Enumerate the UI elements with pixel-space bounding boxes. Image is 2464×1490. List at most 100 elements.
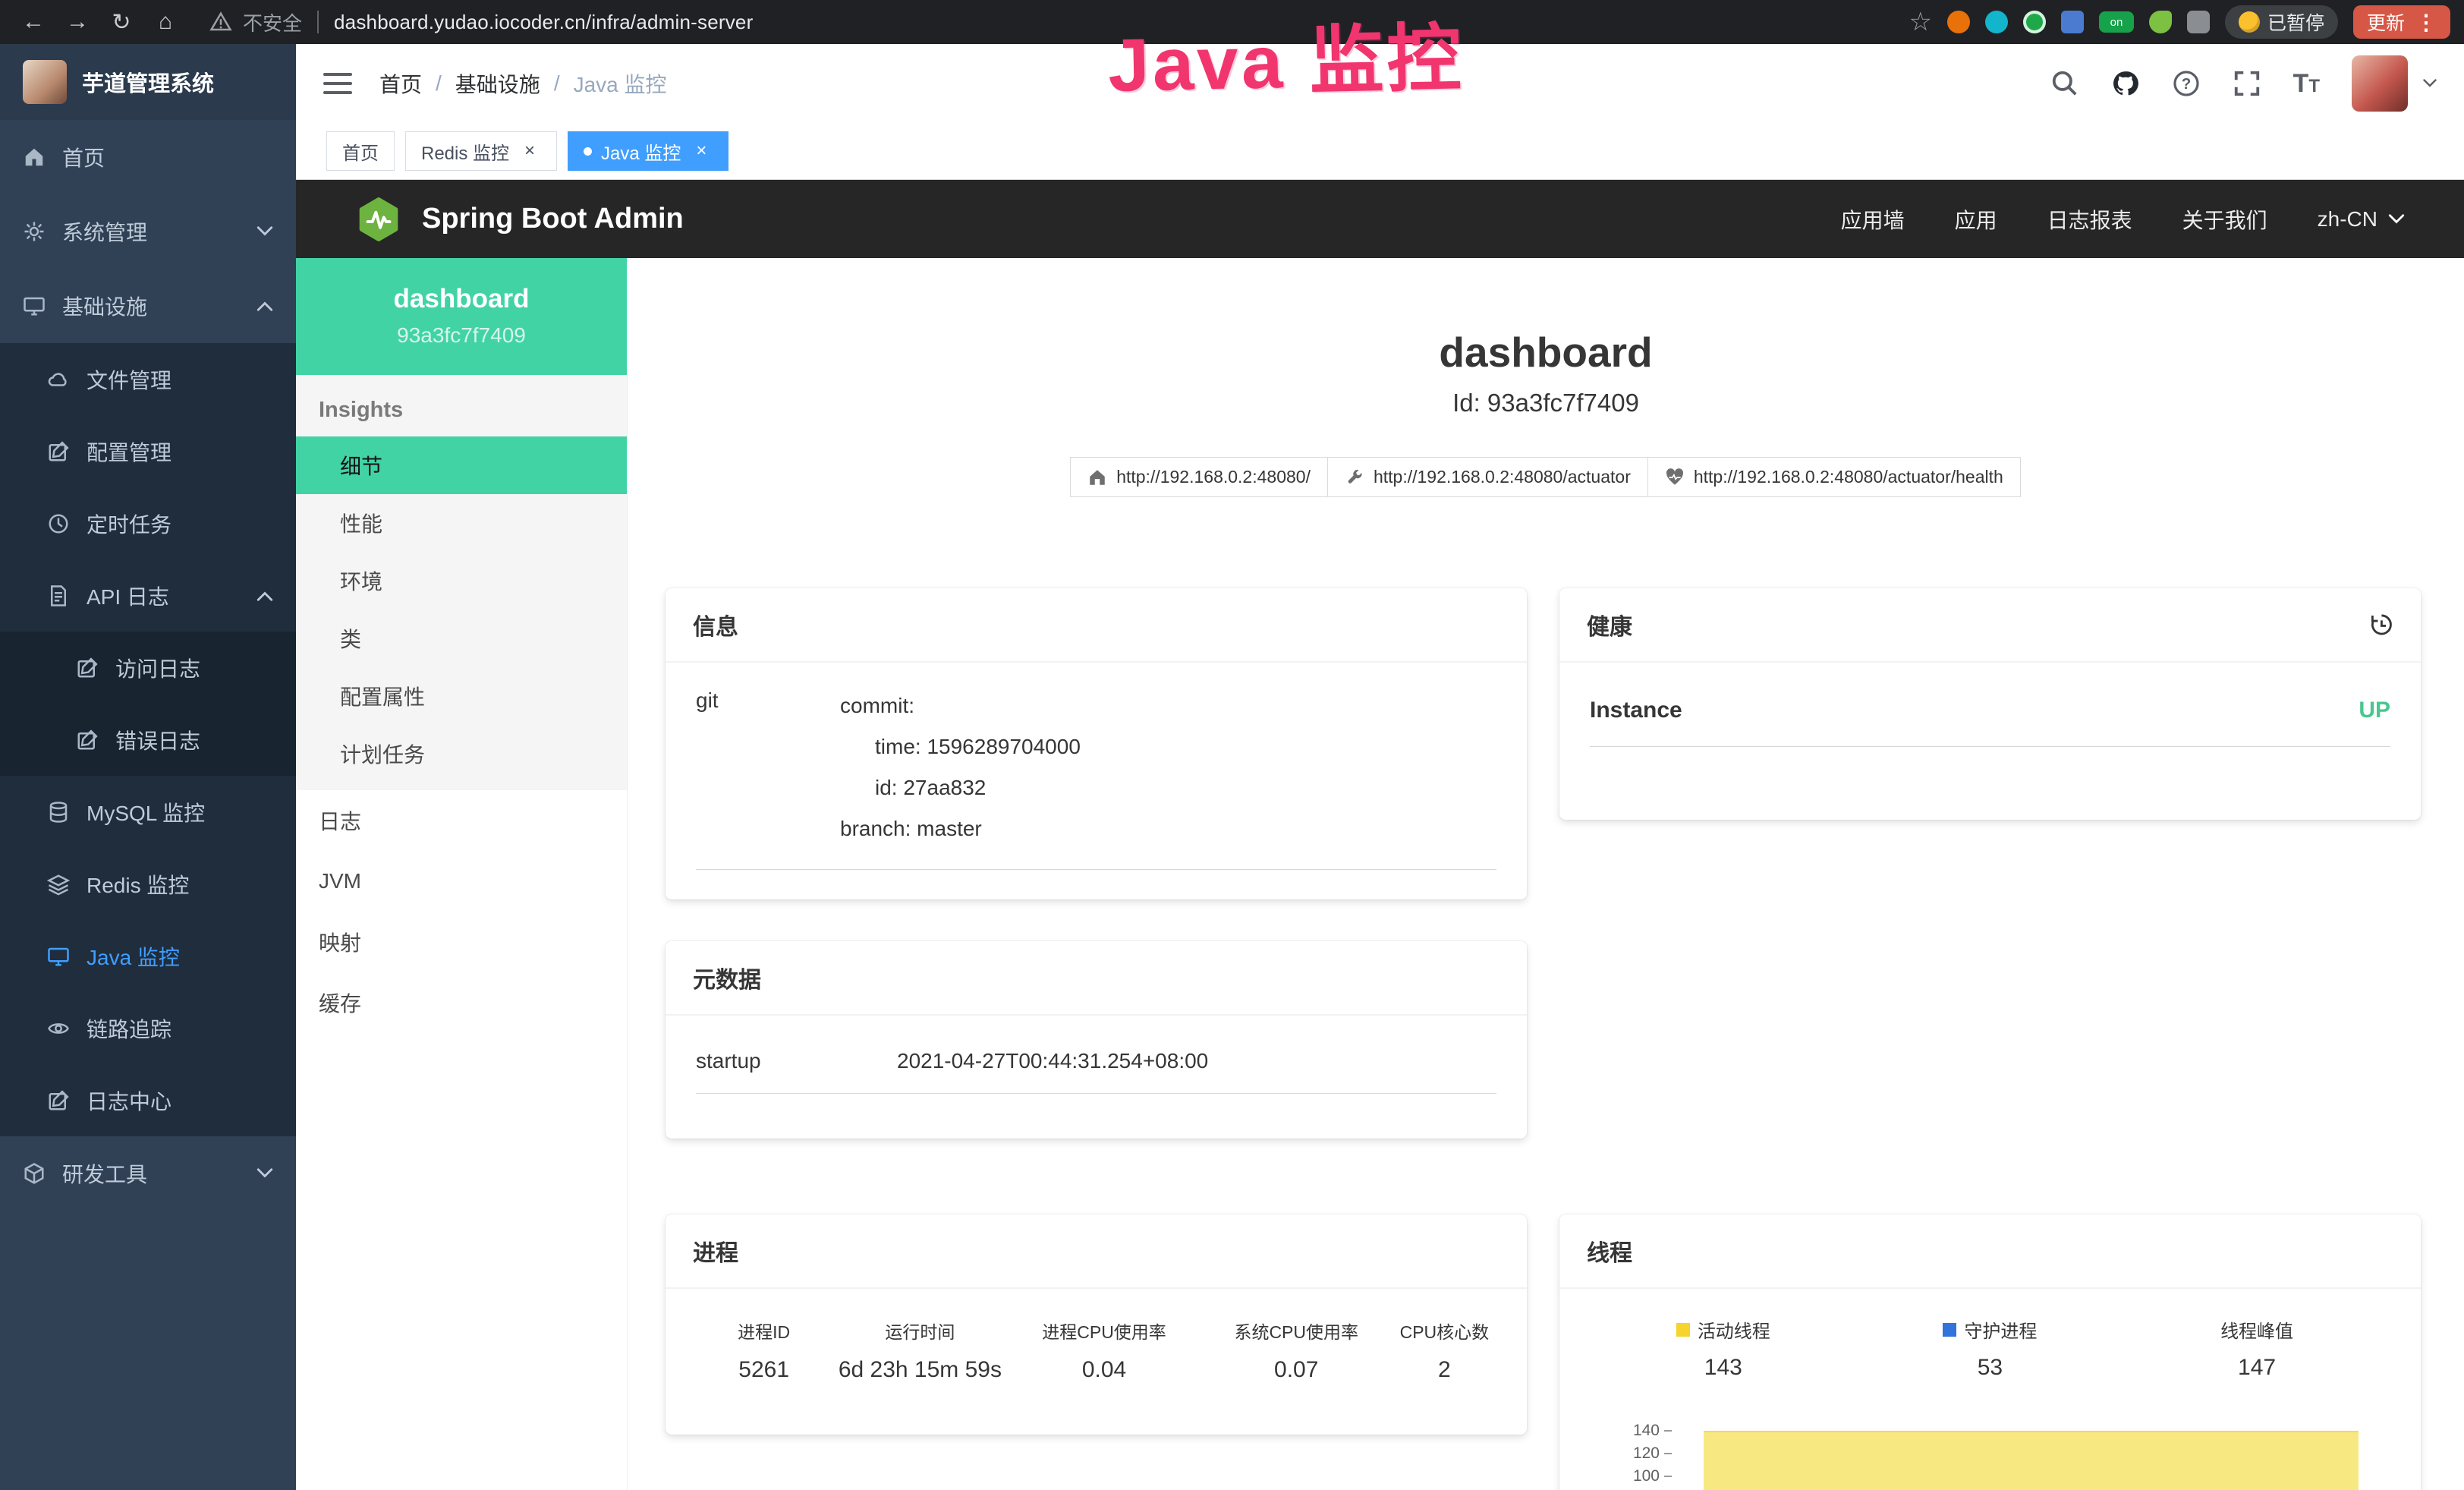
paused-badge[interactable]: 已暂停 <box>2225 5 2338 39</box>
sba-item-jvm[interactable]: JVM <box>296 851 627 912</box>
update-button[interactable]: 更新 ⋮ <box>2353 5 2450 39</box>
instance-link-health[interactable]: http://192.168.0.2:48080/actuator/health <box>1647 457 2021 497</box>
extension-icon-toggle-on[interactable]: on <box>2099 11 2134 33</box>
sba-main: dashboard Id: 93a3fc7f7409 http://192.16… <box>628 258 2464 1490</box>
search-icon[interactable] <box>2050 69 2079 98</box>
sidebar-item-dev-tools[interactable]: 研发工具 <box>0 1136 296 1211</box>
sidebar-item-api-log[interactable]: API 日志 <box>0 559 296 632</box>
process-value: 6d 23h 15m 59s <box>832 1357 1008 1383</box>
help-icon[interactable] <box>2172 69 2201 98</box>
instance-subtitle: Id: 93a3fc7f7409 <box>628 389 2464 417</box>
close-icon[interactable]: × <box>518 140 541 162</box>
sidebar-item-infra[interactable]: 基础设施 <box>0 269 296 343</box>
breadcrumb-separator: / <box>436 71 442 96</box>
annotation-text: Java 监控 <box>1107 16 1465 107</box>
sba-nav-applications[interactable]: 应用 <box>1955 204 1997 235</box>
extension-icon-orange[interactable] <box>1947 11 1970 33</box>
history-icon[interactable] <box>2368 612 2393 638</box>
sidebar-collapse-icon[interactable] <box>323 73 352 94</box>
instance-link-actuator[interactable]: http://192.168.0.2:48080/actuator <box>1327 457 1648 497</box>
app-sidebar: 芋道管理系统 首页 系统管理 基础设施 文件管理 配置管理 定时任务 API 日… <box>0 44 296 1490</box>
card-title: 信息 <box>693 608 738 641</box>
fullscreen-icon[interactable] <box>2233 69 2261 98</box>
sidebar-item-job[interactable]: 定时任务 <box>0 487 296 559</box>
sba-locale-select[interactable]: zh-CN <box>2318 207 2405 232</box>
close-icon[interactable]: × <box>690 140 713 162</box>
sidebar-item-redis[interactable]: Redis 监控 <box>0 848 296 920</box>
sidebar-item-error-log[interactable]: 错误日志 <box>0 704 296 776</box>
sba-item-scheduled[interactable]: 计划任务 <box>296 725 627 783</box>
metadata-key: startup <box>696 1049 897 1073</box>
tab-redis-monitor[interactable]: Redis 监控 × <box>405 131 557 171</box>
breadcrumb-home[interactable]: 首页 <box>379 68 422 99</box>
sidebar-item-config[interactable]: 配置管理 <box>0 415 296 487</box>
sba-nav: 应用墙 应用 日志报表 关于我们 zh-CN <box>1841 204 2405 235</box>
sidebar-item-trace[interactable]: 链路追踪 <box>0 992 296 1064</box>
wrench-icon <box>1345 468 1364 487</box>
sba-brand-title: Spring Boot Admin <box>422 203 684 235</box>
sidebar-item-java-monitor[interactable]: Java 监控 <box>0 920 296 992</box>
legend-value: 147 <box>2238 1355 2276 1381</box>
sba-nav-about[interactable]: 关于我们 <box>2182 204 2267 235</box>
extension-icon-grid[interactable] <box>2061 11 2084 33</box>
avatar[interactable] <box>2352 55 2408 112</box>
app-logo[interactable]: 芋道管理系统 <box>0 44 296 120</box>
legend-label: 活动线程 <box>1698 1316 1770 1343</box>
extension-icon-drop[interactable] <box>1985 11 2008 33</box>
legend-swatch-blue <box>1943 1323 1956 1337</box>
sidebar-item-access-log[interactable]: 访问日志 <box>0 632 296 704</box>
sba-item-configprops[interactable]: 配置属性 <box>296 667 627 725</box>
info-line: time: 1596289704000 <box>840 726 1081 767</box>
instance-link-home[interactable]: http://192.168.0.2:48080/ <box>1070 457 1328 497</box>
sidebar-item-log-center[interactable]: 日志中心 <box>0 1064 296 1136</box>
emoji-face-icon <box>2239 11 2260 33</box>
sba-item-details[interactable]: 细节 <box>296 436 627 494</box>
sidebar-item-system[interactable]: 系统管理 <box>0 194 296 269</box>
health-instance-label: Instance <box>1590 698 1682 723</box>
sidebar-item-file[interactable]: 文件管理 <box>0 343 296 415</box>
sidebar-item-home[interactable]: 首页 <box>0 120 296 194</box>
address-bar[interactable]: 不安全 dashboard.yudao.iocoder.cn/infra/adm… <box>209 8 753 36</box>
header-actions: TT <box>2050 55 2437 112</box>
process-header: 运行时间 <box>832 1318 1008 1344</box>
sba-item-label: 缓存 <box>319 988 361 1018</box>
chevron-down-icon <box>256 1168 273 1179</box>
legend-swatch-yellow <box>1676 1323 1690 1337</box>
font-size-icon[interactable]: TT <box>2293 69 2320 99</box>
breadcrumb-infra[interactable]: 基础设施 <box>455 68 540 99</box>
sba-item-metrics[interactable]: 性能 <box>296 494 627 552</box>
sba-item-env[interactable]: 环境 <box>296 552 627 610</box>
sidebar-item-label: 日志中心 <box>87 1085 296 1116</box>
back-icon[interactable]: ← <box>14 9 53 35</box>
tab-home[interactable]: 首页 <box>326 131 395 171</box>
extension-icon-leaf[interactable] <box>2149 11 2172 33</box>
sidebar-item-label: Java 监控 <box>87 941 296 972</box>
sidebar-item-label: API 日志 <box>87 581 240 611</box>
process-card: 进程 进程ID5261 运行时间6d 23h 15m 59s 进程CPU使用率0… <box>666 1214 1527 1435</box>
sba-nav-wallboard[interactable]: 应用墙 <box>1841 204 1905 235</box>
extension-icon-green[interactable] <box>2023 11 2046 33</box>
forward-icon[interactable]: → <box>58 9 97 35</box>
sba-instance-header[interactable]: dashboard 93a3fc7f7409 <box>296 258 627 375</box>
instance-id: 93a3fc7f7409 <box>296 323 627 348</box>
process-header: 系统CPU使用率 <box>1201 1318 1392 1344</box>
sba-item-caches[interactable]: 缓存 <box>296 972 627 1033</box>
bookmark-star-icon[interactable]: ☆ <box>1909 7 1931 37</box>
reload-icon[interactable]: ↻ <box>102 9 141 36</box>
sidebar-item-mysql[interactable]: MySQL 监控 <box>0 776 296 848</box>
sba-item-classes[interactable]: 类 <box>296 610 627 667</box>
github-icon[interactable] <box>2111 69 2140 98</box>
sba-item-mappings[interactable]: 映射 <box>296 912 627 972</box>
home-icon[interactable]: ⌂ <box>146 9 185 35</box>
extension-icon-puzzle[interactable] <box>2187 11 2210 33</box>
legend-value: 143 <box>1704 1355 1742 1381</box>
tab-label: 首页 <box>342 138 379 165</box>
sba-nav-journal[interactable]: 日志报表 <box>2047 204 2132 235</box>
sidebar-item-label: 首页 <box>62 142 296 172</box>
chart-area-active-threads <box>1704 1431 2359 1490</box>
sba-item-logfile[interactable]: 日志 <box>296 790 627 851</box>
menu-dots-icon: ⋮ <box>2415 10 2437 35</box>
tab-java-monitor[interactable]: Java 监控 × <box>568 131 729 171</box>
legend-label: 守护进程 <box>1964 1316 2037 1343</box>
sidebar-item-label: 系统管理 <box>62 216 240 247</box>
